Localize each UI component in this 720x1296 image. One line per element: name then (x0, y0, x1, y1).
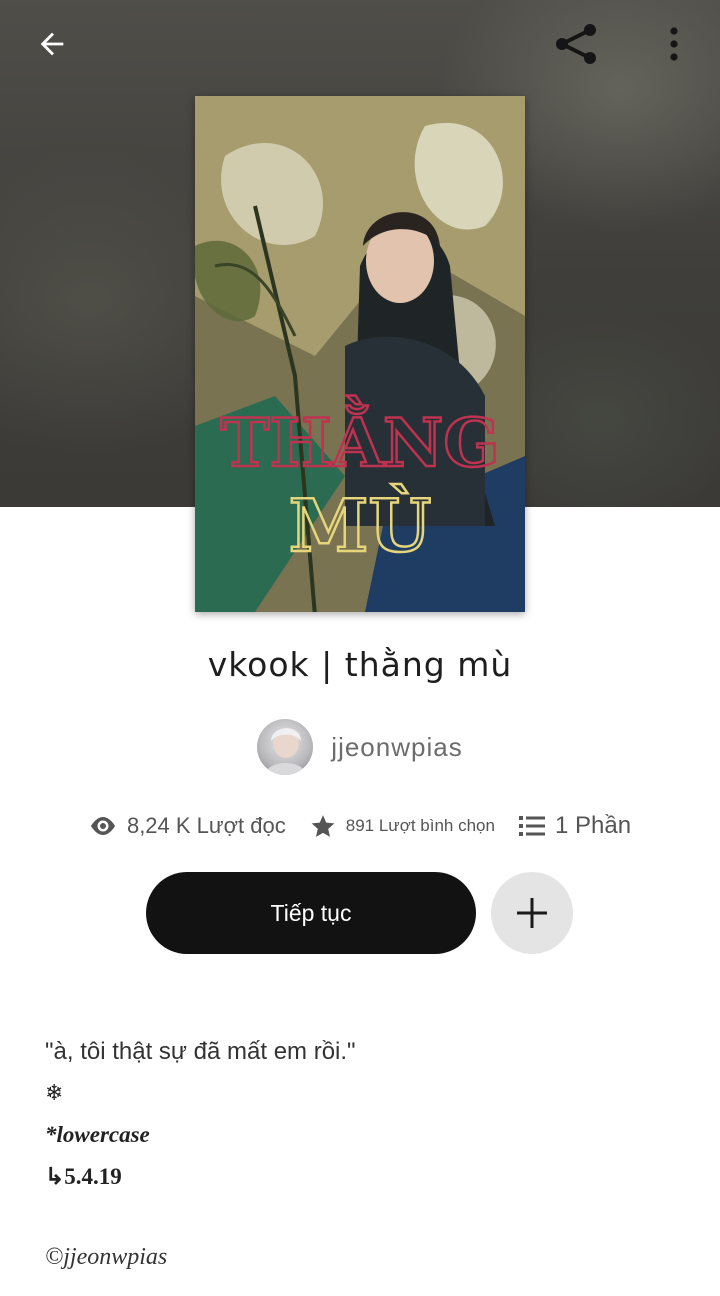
parts-count: 1 Phần (554, 812, 632, 839)
author-name[interactable]: jjeonwpias (331, 732, 462, 763)
snowflake-symbol: ❄ (45, 1080, 64, 1105)
author-link[interactable]: jjeonwpias (0, 718, 720, 776)
add-to-library-button[interactable] (491, 872, 573, 954)
back-button[interactable] (26, 18, 78, 70)
story-title: vkook | thằng mù (207, 645, 513, 684)
story-cover-image[interactable]: THẰNG MÙ (195, 96, 525, 612)
continue-reading-button[interactable]: Tiếp tục (146, 872, 476, 954)
more-vertical-icon (670, 27, 678, 61)
description-copyright: ©jjeonwpias (45, 1244, 168, 1270)
arrow-left-icon (40, 32, 64, 56)
story-description: "à, tôi thật sự đã mất em rồi." ❄ *lower… (45, 1038, 685, 1271)
description-quote: "à, tôi thật sự đã mất em rồi." (45, 1038, 356, 1065)
description-style-note: *lowercase (45, 1122, 150, 1147)
parts-stat: 1 Phần (518, 812, 632, 840)
share-button[interactable] (550, 18, 602, 70)
plus-icon (517, 898, 547, 928)
description-date: ↳5.4.19 (45, 1164, 122, 1189)
share-icon (556, 24, 596, 64)
votes-stat: 891 Lượt bình chọn (310, 813, 495, 839)
list-icon (518, 816, 545, 836)
reads-count: 8,24 K Lượt đọc (126, 813, 286, 838)
votes-count: 891 Lượt bình chọn (345, 816, 495, 835)
cover-title-line2: MÙ (289, 483, 432, 568)
author-avatar[interactable] (257, 719, 314, 775)
star-icon (311, 815, 335, 837)
more-options-button[interactable] (648, 18, 700, 70)
cover-title-line1: THẰNG (220, 396, 499, 482)
eye-icon (90, 817, 115, 835)
reads-stat: 8,24 K Lượt đọc (89, 813, 286, 839)
story-stats: 8,24 K Lượt đọc 891 Lượt bình chọn 1 Phầ… (0, 806, 720, 846)
